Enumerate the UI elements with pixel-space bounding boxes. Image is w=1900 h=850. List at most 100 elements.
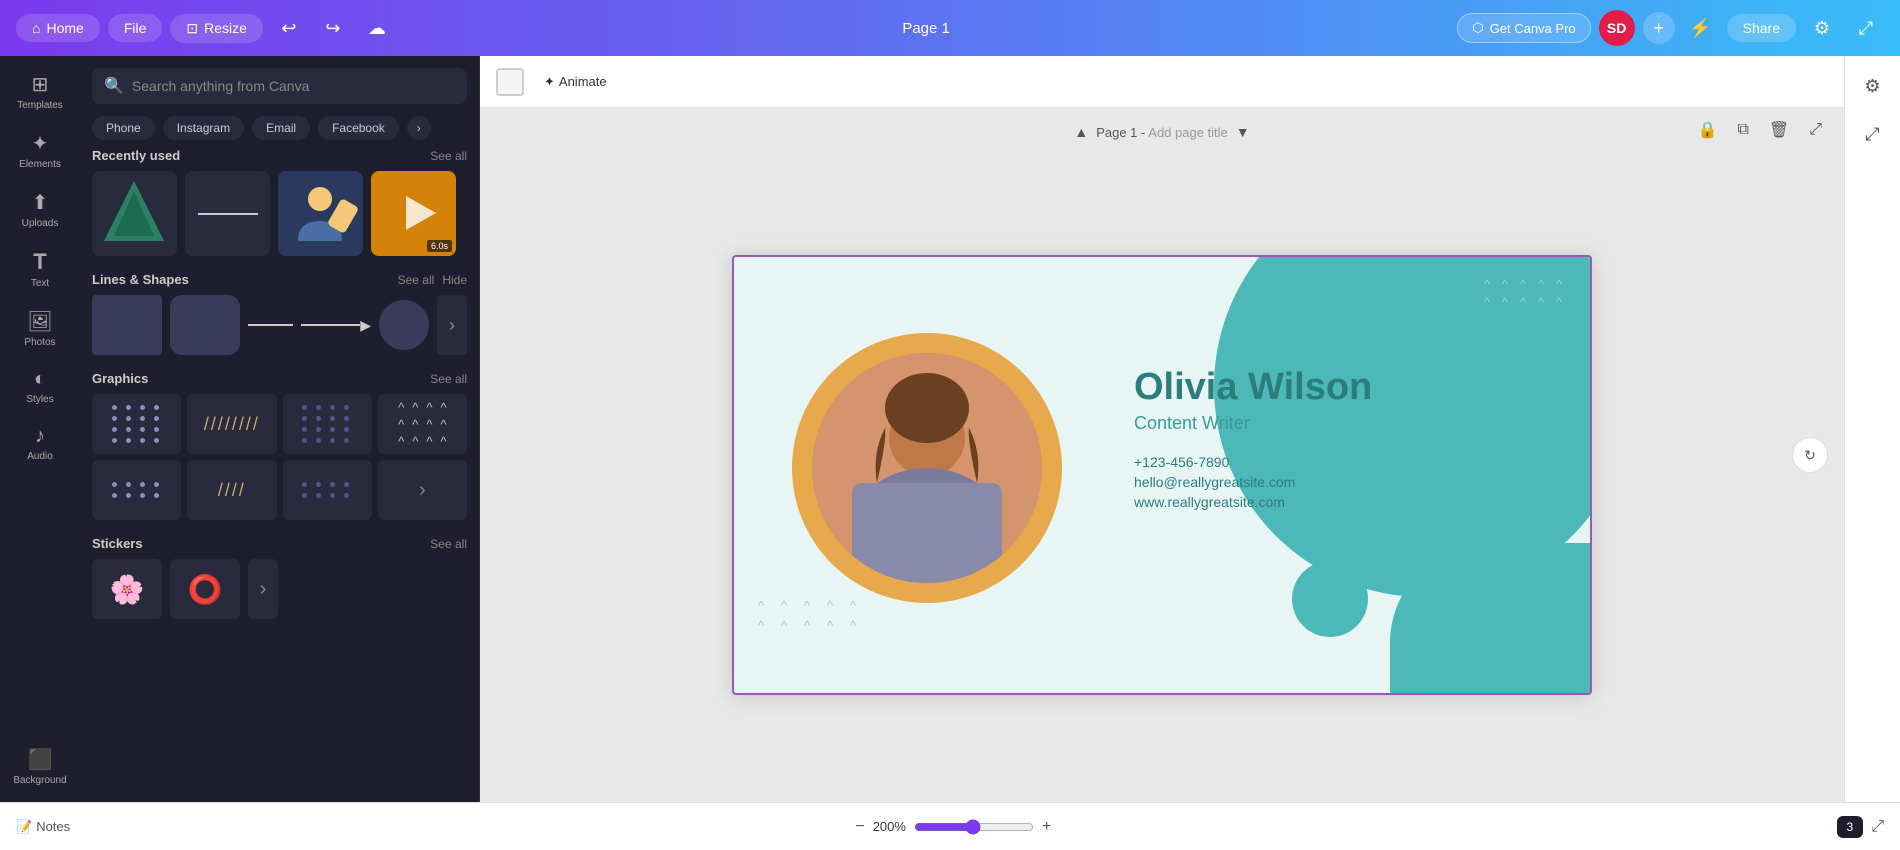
canva-pro-button[interactable]: ⬡ Get Canva Pro	[1457, 13, 1590, 43]
website[interactable]: www.reallygreatsite.com	[1134, 494, 1372, 510]
bottom-bar: 📝 Notes − 200% + 3 ⤢	[0, 802, 1900, 850]
graphic-more[interactable]: ›	[378, 460, 467, 520]
recent-item-1[interactable]	[92, 171, 177, 256]
audio-label: Audio	[27, 451, 53, 462]
sidebar-item-background[interactable]: ⬛ Background	[4, 739, 76, 794]
expand-button[interactable]: ⤢	[1848, 10, 1884, 46]
topbar-left: ⌂ Home File ⊡ Resize ↩ ↪ ☁	[16, 10, 395, 46]
sidebar-item-styles[interactable]: ◐ Styles	[4, 360, 76, 413]
zoom-in-button[interactable]: +	[1042, 818, 1051, 836]
graphics-header: Graphics See all	[92, 371, 467, 386]
person-title[interactable]: Content Writer	[1134, 413, 1372, 434]
graphics-grid: //////// ^^^^	[92, 394, 467, 520]
sidebar-item-text[interactable]: T Text	[4, 241, 76, 297]
page-controls: 🔒 ⧉ 🗑 ⤢	[1692, 116, 1828, 144]
lines-shapes-see-all[interactable]: See all	[398, 273, 435, 287]
cloud-save-button[interactable]: ☁	[359, 10, 395, 46]
filter-more[interactable]: ›	[407, 116, 431, 140]
graphics-see-all[interactable]: See all	[430, 372, 467, 386]
lock-button[interactable]: 🔒	[1692, 116, 1724, 144]
recently-used-header: Recently used See all	[92, 148, 467, 163]
animate-icon: ✦	[544, 74, 555, 90]
page-nav-down[interactable]: ▼	[1236, 124, 1250, 140]
sidebar-item-elements[interactable]: ✦ Elements	[4, 123, 76, 178]
page-label: ▲ Page 1 - Add page title ▼	[1074, 124, 1249, 140]
refresh-button[interactable]: ↻	[1792, 437, 1828, 473]
graphic-7[interactable]	[283, 460, 372, 520]
zoom-out-button[interactable]: −	[855, 818, 864, 836]
undo-button[interactable]: ↩	[271, 10, 307, 46]
email[interactable]: hello@reallygreatsite.com	[1134, 474, 1372, 490]
animate-label: Animate	[559, 74, 607, 89]
sticker-1[interactable]: 🌸	[92, 559, 162, 619]
graphic-4[interactable]: ^^^^ ^^^^ ^^^^	[378, 394, 467, 454]
graphic-1[interactable]	[92, 394, 181, 454]
background-label: Background	[13, 775, 66, 786]
activity-button[interactable]: ⚡	[1683, 10, 1719, 46]
page-title-input[interactable]: Add page title	[1148, 125, 1228, 140]
notes-button[interactable]: 📝 Notes	[16, 819, 70, 835]
graphic-5[interactable]	[92, 460, 181, 520]
graphic-2[interactable]: ////////	[187, 394, 276, 454]
filter-phone[interactable]: Phone	[92, 116, 155, 140]
search-input[interactable]	[132, 78, 455, 94]
shape-square[interactable]	[92, 295, 162, 355]
lines-shapes-section: Lines & Shapes See all Hide ▶	[92, 272, 467, 355]
zoom-display: 200%	[873, 819, 906, 834]
line-element[interactable]	[248, 324, 293, 326]
sidebar-item-photos[interactable]: 🖼 Photos	[4, 301, 76, 356]
copy-button[interactable]: ⧉	[1731, 116, 1754, 144]
sidebar-item-audio[interactable]: ♪ Audio	[4, 417, 76, 470]
color-picker[interactable]	[496, 68, 524, 96]
design-canvas[interactable]: ^^^^^ ^^^^^	[732, 255, 1592, 695]
arrow-element[interactable]: ▶	[301, 317, 371, 334]
page-nav-up[interactable]: ▲	[1074, 124, 1088, 140]
share-button[interactable]: Share	[1727, 14, 1796, 42]
settings-button[interactable]: ⚙	[1804, 10, 1840, 46]
sidebar-icons: ⊞ Templates ✦ Elements ⬆ Uploads T Text …	[0, 56, 80, 802]
elements-label: Elements	[19, 159, 61, 170]
delete-button[interactable]: 🗑	[1763, 116, 1795, 144]
shape-circle[interactable]	[379, 300, 429, 350]
right-panel-btn-1[interactable]: ⚙	[1851, 64, 1895, 108]
sidebar-item-uploads[interactable]: ⬆ Uploads	[4, 182, 76, 237]
graphic-6[interactable]: ////	[187, 460, 276, 520]
stickers-see-all[interactable]: See all	[430, 537, 467, 551]
filter-email[interactable]: Email	[252, 116, 310, 140]
home-button[interactable]: ⌂ Home	[16, 14, 100, 42]
user-avatar[interactable]: SD	[1599, 10, 1635, 46]
canva-pro-label: Get Canva Pro	[1490, 21, 1576, 36]
recent-item-4[interactable]: 6.0s	[371, 171, 456, 256]
filter-facebook[interactable]: Facebook	[318, 116, 399, 140]
hide-button[interactable]: Hide	[442, 273, 467, 287]
redo-button[interactable]: ↪	[315, 10, 351, 46]
fullscreen-button[interactable]: ⤢	[1871, 818, 1884, 836]
bottom-left: 📝 Notes	[16, 819, 70, 835]
page-number-button[interactable]: 3	[1837, 816, 1864, 838]
recent-item-2[interactable]	[185, 171, 270, 256]
filter-instagram[interactable]: Instagram	[163, 116, 244, 140]
graphic-3[interactable]	[283, 394, 372, 454]
right-panel-btn-2[interactable]: ⤢	[1851, 112, 1895, 156]
shapes-more-button[interactable]: ›	[437, 295, 467, 355]
contact-info: +123-456-7890 hello@reallygreatsite.com …	[1134, 454, 1372, 510]
sticker-2[interactable]: ⭕	[170, 559, 240, 619]
add-collaborator-button[interactable]: +	[1643, 12, 1675, 44]
canvas-viewport[interactable]: ▲ Page 1 - Add page title ▼ 🔒 ⧉ 🗑 ⤢	[480, 108, 1844, 802]
more-options-button[interactable]: ⤢	[1803, 116, 1828, 144]
zoom-slider[interactable]	[914, 819, 1034, 835]
file-button[interactable]: File	[108, 14, 163, 42]
recent-item-3[interactable]	[278, 171, 363, 256]
animate-button[interactable]: ✦ Animate	[536, 70, 615, 94]
shape-rounded[interactable]	[170, 295, 240, 355]
recently-used-see-all[interactable]: See all	[430, 149, 467, 163]
sidebar-item-templates[interactable]: ⊞ Templates	[4, 64, 76, 119]
page-number-label: Page 1 - Add page title	[1096, 125, 1228, 140]
phone[interactable]: +123-456-7890	[1134, 454, 1372, 470]
person-photo[interactable]	[812, 353, 1042, 583]
lines-shapes-grid: ▶ ›	[92, 295, 467, 355]
sticker-more[interactable]: ›	[248, 559, 278, 619]
resize-button[interactable]: ⊡ Resize	[170, 14, 263, 43]
bottom-right: 3 ⤢	[1837, 816, 1885, 838]
person-name[interactable]: Olivia Wilson	[1134, 367, 1372, 409]
